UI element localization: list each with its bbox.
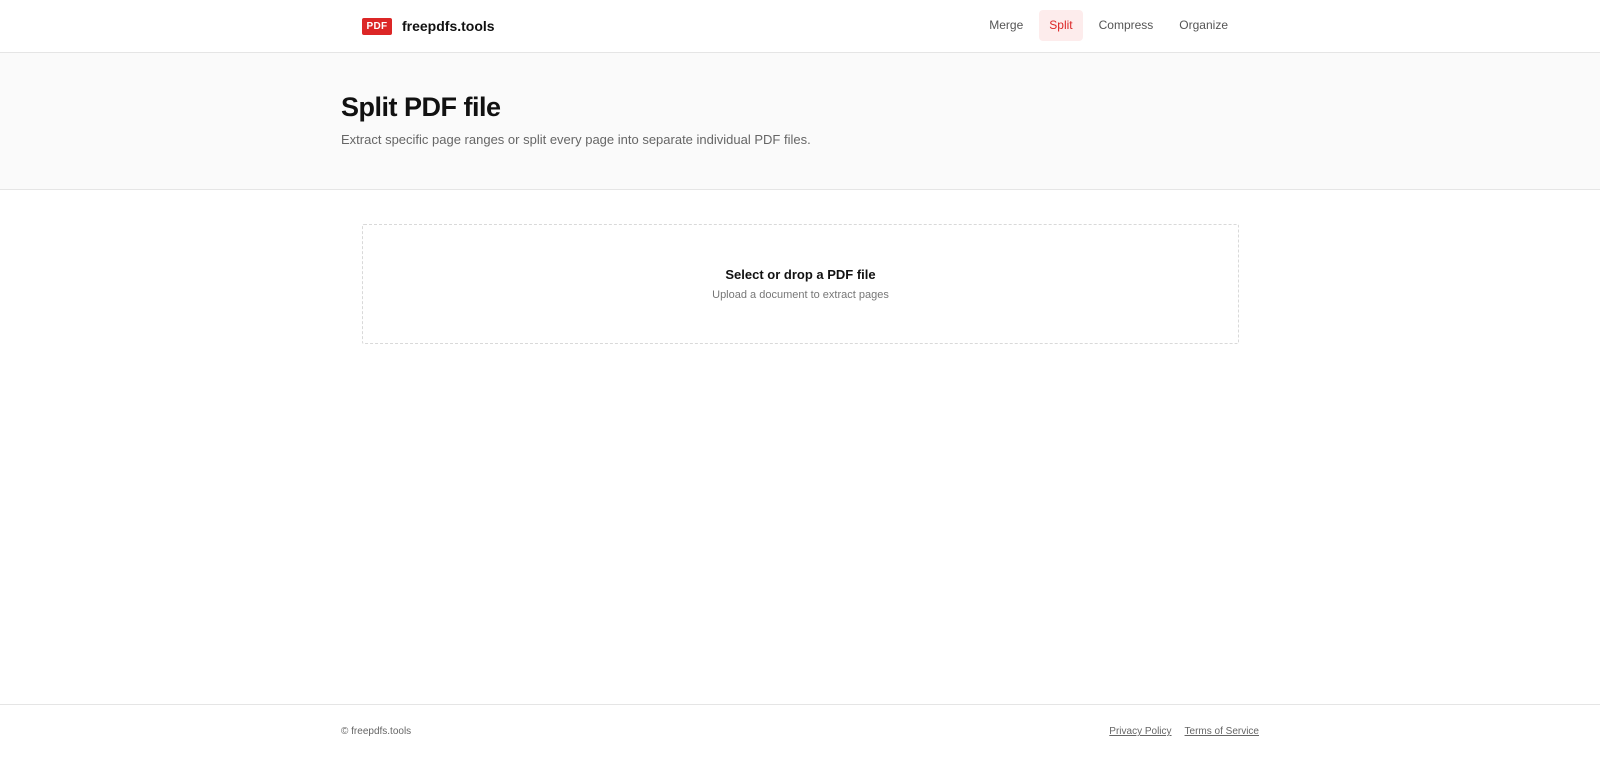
main-nav: Merge Split Compress Organize bbox=[979, 10, 1238, 41]
nav-item-merge[interactable]: Merge bbox=[979, 10, 1033, 41]
footer-links: Privacy Policy Terms of Service bbox=[1109, 726, 1259, 737]
pdf-logo-icon: PDF bbox=[362, 17, 392, 35]
nav-item-split[interactable]: Split bbox=[1039, 10, 1083, 41]
page: PDF freepdfs.tools Merge Split Compress … bbox=[0, 0, 1600, 758]
site-header: PDF freepdfs.tools Merge Split Compress … bbox=[0, 0, 1600, 53]
dropzone-title: Select or drop a PDF file bbox=[725, 267, 876, 282]
dropzone-subtitle: Upload a document to extract pages bbox=[712, 289, 889, 301]
file-dropzone[interactable]: Select or drop a PDF file Upload a docum… bbox=[362, 224, 1239, 344]
brand-logo-link[interactable]: PDF freepdfs.tools bbox=[362, 16, 495, 36]
site-footer: © freepdfs.tools Privacy Policy Terms of… bbox=[0, 704, 1600, 758]
copyright-text: © freepdfs.tools bbox=[341, 726, 412, 737]
page-title: Split PDF file bbox=[341, 92, 501, 122]
brand-name: freepdfs.tools bbox=[402, 18, 495, 34]
terms-of-service-link[interactable]: Terms of Service bbox=[1185, 726, 1259, 737]
nav-item-organize[interactable]: Organize bbox=[1169, 10, 1238, 41]
nav-item-compress[interactable]: Compress bbox=[1089, 10, 1164, 41]
hero-section: Split PDF file Extract specific page ran… bbox=[0, 53, 1600, 190]
page-subtitle: Extract specific page ranges or split ev… bbox=[341, 132, 811, 147]
privacy-policy-link[interactable]: Privacy Policy bbox=[1109, 726, 1171, 737]
